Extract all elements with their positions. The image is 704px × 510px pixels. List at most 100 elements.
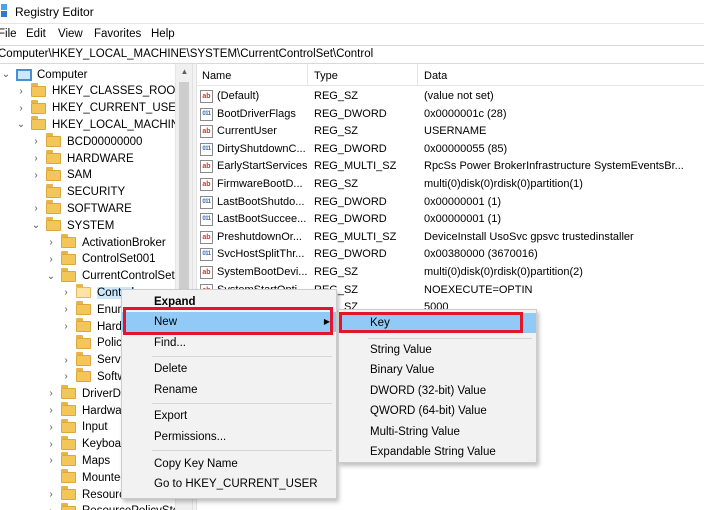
menu-item-rename[interactable]: Rename xyxy=(122,380,336,400)
value-row[interactable]: 011 LastBootSuccee... REG_DWORD 0x00000001 … xyxy=(197,211,704,229)
chevron-right-icon[interactable]: › xyxy=(45,237,57,248)
string-value-icon: ab xyxy=(200,178,213,191)
value-row[interactable]: ab CurrentUser REG_SZ USERNAME xyxy=(197,123,704,141)
menu-file[interactable]: File xyxy=(0,28,17,40)
chevron-right-icon[interactable]: › xyxy=(15,86,27,97)
submenu-item-multi-string-value[interactable]: Multi-String Value xyxy=(339,422,536,442)
tree-node[interactable]: › BCD00000000 xyxy=(30,133,142,150)
tree-node[interactable]: › HARDWARE xyxy=(30,150,134,167)
menu-view[interactable]: View xyxy=(58,28,83,40)
menu-separator xyxy=(152,356,332,357)
chevron-down-icon[interactable]: ⌄ xyxy=(0,69,12,80)
value-row[interactable]: 011 SvcHostSplitThr... REG_DWORD 0x00380000… xyxy=(197,246,704,264)
column-type[interactable]: Type xyxy=(314,70,338,82)
value-name: (Default) xyxy=(217,90,260,102)
tree-node[interactable]: › HKEY_CURRENT_USER xyxy=(15,99,184,117)
chevron-right-icon[interactable]: › xyxy=(60,355,72,366)
tree-node[interactable]: › Keyboard xyxy=(45,435,131,453)
chevron-right-icon[interactable]: › xyxy=(60,287,72,298)
tree-node[interactable]: ⌄ CurrentControlSet xyxy=(45,267,175,285)
folder-icon xyxy=(46,183,61,198)
submenu-item-dword-value[interactable]: DWORD (32-bit) Value xyxy=(339,381,536,401)
chevron-right-icon[interactable]: › xyxy=(45,439,57,450)
value-row[interactable]: ab FirmwareBootD... REG_SZ multi(0)disk(0)r… xyxy=(197,176,704,194)
value-row[interactable]: ab SystemBootDevi... REG_SZ multi(0)disk(0)… xyxy=(197,264,704,282)
chevron-right-icon[interactable]: › xyxy=(45,388,57,399)
menu-item-delete[interactable]: Delete xyxy=(122,359,336,379)
menu-help[interactable]: Help xyxy=(151,28,175,40)
submenu-item-binary-value[interactable]: Binary Value xyxy=(339,360,536,380)
binary-value-icon: 011 xyxy=(200,142,213,156)
menu-item-find[interactable]: Find... xyxy=(122,333,336,353)
tree-node[interactable]: › Input xyxy=(45,418,108,436)
chevron-right-icon[interactable]: › xyxy=(45,254,57,265)
tree-node[interactable]: › ActivationBroker xyxy=(45,234,166,251)
value-data: 0x00000001 (1) xyxy=(424,213,502,226)
chevron-down-icon[interactable]: ⌄ xyxy=(30,220,42,231)
chevron-right-icon[interactable]: › xyxy=(30,170,42,181)
tree-node[interactable]: › SAM xyxy=(30,166,92,184)
chevron-right-icon[interactable]: › xyxy=(30,153,42,164)
menu-item-export[interactable]: Export xyxy=(122,406,336,426)
scroll-up-icon[interactable]: ▲ xyxy=(176,64,193,79)
submenu-item-expandable-string-value[interactable]: Expandable String Value xyxy=(339,442,536,462)
tree-node[interactable]: › ControlSet001 xyxy=(45,250,156,268)
menu-item-copy-key-name[interactable]: Copy Key Name xyxy=(122,454,336,474)
value-row[interactable]: ab PreshutdownOr... REG_MULTI_SZ DeviceInst… xyxy=(197,229,704,247)
menu-favorites[interactable]: Favorites xyxy=(94,28,141,40)
value-type: REG_DWORD xyxy=(314,107,387,120)
chevron-right-icon[interactable]: › xyxy=(15,103,27,114)
tree-node[interactable]: ⌄ HKEY_LOCAL_MACHINE xyxy=(15,116,187,133)
string-value-icon: ab xyxy=(200,160,213,174)
folder-icon xyxy=(76,284,91,299)
value-row[interactable]: ab (Default) REG_SZ (value not set) xyxy=(197,88,704,106)
chevron-right-icon[interactable]: › xyxy=(60,321,72,332)
submenu-item-qword-value[interactable]: QWORD (64-bit) Value xyxy=(339,401,536,421)
chevron-right-icon[interactable]: › xyxy=(60,371,72,382)
column-data[interactable]: Data xyxy=(424,70,447,82)
chevron-right-icon[interactable]: › xyxy=(45,422,57,433)
value-row[interactable]: 011 DirtyShutdownC... REG_DWORD 0x00000055 … xyxy=(197,141,704,159)
value-name: BootDriverFlags xyxy=(217,107,296,120)
menu-item-permissions[interactable]: Permissions... xyxy=(122,427,336,447)
tree-node-label: ControlSet001 xyxy=(82,253,156,266)
tree-node-label: ResourcePolicyStore xyxy=(82,505,189,510)
menu-item-goto-hkcu[interactable]: Go to HKEY_CURRENT_USER xyxy=(122,474,336,494)
address-path[interactable]: Computer\HKEY_LOCAL_MACHINE\SYSTEM\Curre… xyxy=(0,48,373,60)
chevron-right-icon[interactable]: › xyxy=(45,506,57,510)
folder-icon xyxy=(76,301,91,316)
binary-value-icon: 011 xyxy=(200,213,213,227)
menu-edit[interactable]: Edit xyxy=(26,28,46,40)
tree-node[interactable]: › Maps xyxy=(45,452,110,469)
tree-node[interactable]: › Hardw xyxy=(60,318,130,335)
binary-value-icon: 011 xyxy=(200,248,213,262)
folder-icon xyxy=(61,486,76,500)
tree-node[interactable]: SECURITY xyxy=(30,183,125,201)
chevron-down-icon[interactable]: ⌄ xyxy=(15,119,27,130)
value-row[interactable]: 011 LastBootShutdo... REG_DWORD 0x00000001 … xyxy=(197,194,704,212)
tree-node[interactable]: › ResourcePolicyStore xyxy=(45,502,189,510)
chevron-right-icon[interactable]: › xyxy=(45,405,57,416)
submenu-item-string-value[interactable]: String Value xyxy=(339,340,536,360)
column-divider[interactable] xyxy=(417,64,418,86)
tree-node[interactable]: › Enum xyxy=(60,301,127,318)
address-bar[interactable]: Computer\HKEY_LOCAL_MACHINE\SYSTEM\Curre… xyxy=(0,45,704,64)
tree-node[interactable]: ⌄ SYSTEM xyxy=(30,217,114,234)
chevron-right-icon[interactable]: › xyxy=(45,455,57,466)
tree-node[interactable]: ⌄ Computer xyxy=(0,66,88,83)
chevron-right-icon[interactable]: › xyxy=(45,489,57,500)
chevron-right-icon[interactable]: › xyxy=(30,203,42,214)
column-divider[interactable] xyxy=(307,64,308,86)
tree-node-label: HARDWARE xyxy=(67,152,134,165)
value-type: REG_SZ xyxy=(314,266,359,278)
value-row[interactable]: 011 BootDriverFlags REG_DWORD 0x0000001c (2… xyxy=(197,106,704,124)
chevron-right-icon[interactable]: › xyxy=(60,304,72,315)
tree-node-label: HKEY_CLASSES_ROOT xyxy=(52,85,183,98)
tree-node[interactable]: › HKEY_CLASSES_ROOT xyxy=(15,82,183,100)
list-header: Name Type Data xyxy=(197,64,704,86)
column-name[interactable]: Name xyxy=(202,70,231,82)
chevron-right-icon[interactable]: › xyxy=(30,136,42,147)
chevron-down-icon[interactable]: ⌄ xyxy=(45,271,57,282)
tree-node[interactable]: › SOFTWARE xyxy=(30,200,132,217)
value-row[interactable]: ab EarlyStartServices REG_MULTI_SZ RpcSs Po… xyxy=(197,158,704,176)
